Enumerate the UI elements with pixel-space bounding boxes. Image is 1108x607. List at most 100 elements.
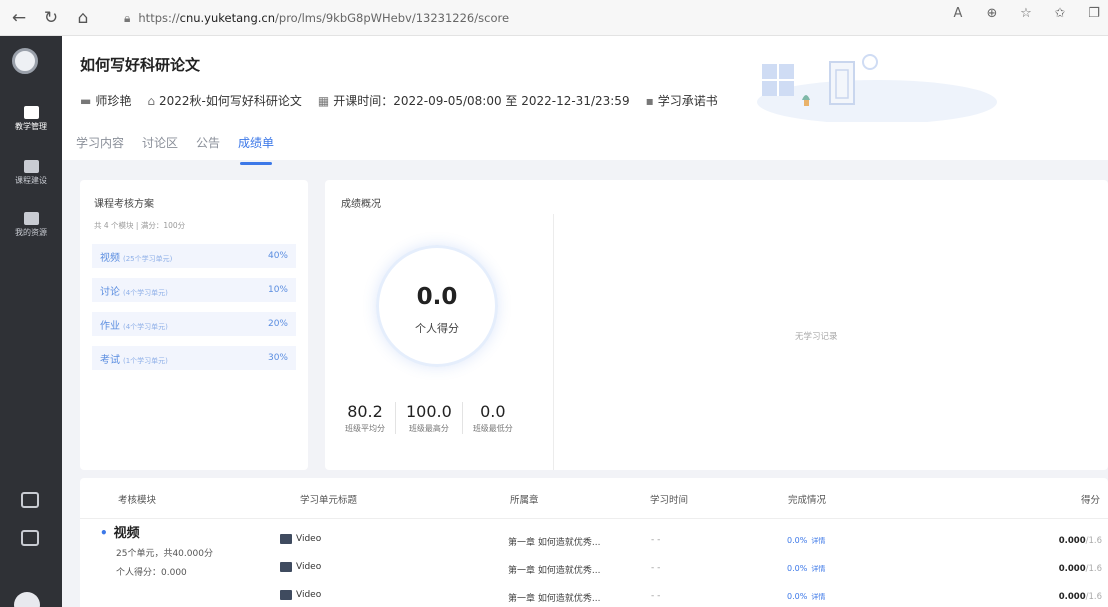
sidebar-item-label: 我的资源 xyxy=(15,228,47,237)
video-icon xyxy=(280,534,292,544)
score-value: 0.000 xyxy=(1058,564,1086,574)
personal-score: 0.0 xyxy=(416,284,458,310)
module-name: 视频 xyxy=(100,522,140,541)
sidebar-item-label: 教学管理 xyxy=(15,122,47,131)
page-title: 如何写好科研论文 xyxy=(80,56,201,74)
unit-link[interactable]: Video xyxy=(280,562,321,572)
calendar-icon: ▦ xyxy=(317,93,330,108)
sidebar-item-label: 课程建设 xyxy=(15,176,47,185)
personal-score-label: 个人得分 xyxy=(415,322,459,335)
document-icon: ▪ xyxy=(645,93,654,108)
table-header-score: 得分 xyxy=(1080,495,1100,506)
url-prefix: https:// xyxy=(138,11,180,25)
plan-row-units: (1个学习单元) xyxy=(123,356,168,365)
detail-link[interactable]: 详情 xyxy=(811,593,825,601)
home-icon[interactable]: ⌂ xyxy=(70,5,96,31)
tab-content[interactable]: 学习内容 xyxy=(76,134,124,159)
course-meta: ▬ 师珍艳 ⌂ 2022秋-如何写好科研论文 ▦ 开课时间： 2022-09-05/08… xyxy=(80,92,734,109)
unit-link[interactable]: Video xyxy=(280,590,321,600)
score-total: /1.6 xyxy=(1085,592,1102,602)
score-value: 0.000 xyxy=(1058,536,1086,546)
plan-row: 作业 (4个学习单元) 20% xyxy=(92,312,296,336)
table-header-time: 学习时间 xyxy=(650,495,689,506)
reload-icon[interactable]: ↻ xyxy=(38,5,64,31)
detail-link[interactable]: 详情 xyxy=(811,537,825,545)
pledge-link[interactable]: ▪ 学习承诺书 xyxy=(646,92,718,109)
tab-discussion[interactable]: 讨论区 xyxy=(142,134,178,159)
url-host: cnu.yuketang.cn xyxy=(179,11,276,25)
chapter-cell: 第一章 如何造就优秀... xyxy=(508,566,601,576)
read-aloud-icon[interactable]: A xyxy=(948,6,968,21)
stat-label: 班级最高分 xyxy=(408,424,449,433)
back-arrow-icon[interactable]: ← xyxy=(6,5,32,31)
score-table: 考核模块 学习单元标题 所属章 学习时间 完成情况 得分 视频 25个单元，共4… xyxy=(80,478,1108,607)
sidebar-item-teaching[interactable]: 教学管理 xyxy=(0,106,62,132)
plan-title: 课程考核方案 xyxy=(94,199,154,210)
plan-row: 考试 (1个学习单元) 30% xyxy=(92,346,296,370)
score-total: /1.6 xyxy=(1085,564,1102,574)
stat-min: 0.0 班级最低分 xyxy=(463,402,523,434)
box-icon xyxy=(23,212,39,225)
plan-row-units: (25个学习单元) xyxy=(123,254,173,263)
plan-row-name: 作业 xyxy=(100,320,120,332)
stat-average: 80.2 班级平均分 xyxy=(335,402,396,434)
users-icon[interactable] xyxy=(21,492,39,508)
unit-title: Video xyxy=(296,534,322,544)
plan-row-pct: 30% xyxy=(267,353,288,363)
score-value: 0.000 xyxy=(1058,592,1086,602)
logout-icon[interactable] xyxy=(21,530,39,546)
table-header-chapter: 所属章 xyxy=(510,495,539,506)
time-cell: - - xyxy=(651,591,661,601)
plan-row-name: 视频 xyxy=(100,252,120,264)
unit-title: Video xyxy=(296,562,322,572)
time-value: 2022-09-05/08:00 至 2022-12-31/23:59 xyxy=(393,94,630,108)
class-name: 2022秋-如何写好科研论文 xyxy=(158,94,302,108)
favorite-add-icon[interactable]: ☆ xyxy=(1016,6,1036,21)
stat-max: 100.0 班级最高分 xyxy=(396,402,463,434)
assessment-plan-card: 课程考核方案 共 4 个模块 | 满分：100分 视频 (25个学习单元) 40%… xyxy=(80,180,308,470)
sidebar-item-course-build[interactable]: 课程建设 xyxy=(0,160,62,186)
pledge-label: 学习承诺书 xyxy=(657,94,718,108)
teacher-icon: ▬ xyxy=(80,93,92,108)
sidebar-item-resources[interactable]: 我的资源 xyxy=(0,212,62,238)
time-label: 开课时间： xyxy=(333,94,394,108)
chapter-cell: 第一章 如何造就优秀... xyxy=(508,538,601,548)
time-cell: - - xyxy=(651,535,661,545)
class-stats: 80.2 班级平均分 100.0 班级最高分 0.0 班级最低分 xyxy=(335,402,523,434)
book-icon xyxy=(23,160,39,173)
browser-toolbar: ← ↻ ⌂ 🔒︎ https://cnu.yuketang.cn/pro/lms… xyxy=(0,0,1108,36)
no-record-text: 无学习记录 xyxy=(795,332,838,342)
module-summary: 25个单元，共40.000分 xyxy=(116,549,213,559)
overview-title: 成绩概况 xyxy=(341,199,381,210)
sidebar: 教学管理 课程建设 我的资源 xyxy=(0,36,62,607)
detail-link[interactable]: 详情 xyxy=(811,565,825,573)
teacher-name: 师珍艳 xyxy=(95,94,132,108)
unit-link[interactable]: Video xyxy=(280,534,321,544)
favorites-icon[interactable]: ✩ xyxy=(1050,6,1070,21)
school-logo xyxy=(12,48,38,74)
plan-row: 视频 (25个学习单元) 40% xyxy=(92,244,296,268)
video-icon xyxy=(280,562,292,572)
score-ring: 0.0 个人得分 xyxy=(376,245,498,367)
zoom-icon[interactable]: ⊕ xyxy=(982,6,1002,21)
plan-row: 讨论 (4个学习单元) 10% xyxy=(92,278,296,302)
tab-announcement[interactable]: 公告 xyxy=(196,134,220,159)
tab-bar: 学习内容 讨论区 公告 成绩单 xyxy=(76,134,292,165)
lock-icon: 🔒︎ xyxy=(124,10,131,25)
plan-row-name: 考试 xyxy=(100,354,120,366)
tab-transcript[interactable]: 成绩单 xyxy=(238,134,274,165)
table-header-module: 考核模块 xyxy=(118,495,157,506)
course-header: 如何写好科研论文 ▬ 师珍艳 ⌂ 2022秋-如何写好科研论文 ▦ 开课时间： 2022… xyxy=(62,36,1108,165)
score-cell: 0.000/1.6 xyxy=(1059,564,1102,574)
completion-pct: 0.0% xyxy=(787,592,808,601)
collections-icon[interactable]: ❐ xyxy=(1084,6,1104,21)
chapter-cell: 第一章 如何造就优秀... xyxy=(508,594,601,604)
stat-value: 100.0 xyxy=(406,402,452,421)
score-overview-card: 成绩概况 0.0 个人得分 80.2 班级平均分 100.0 班级最高分 0.0… xyxy=(325,180,1108,470)
class-icon: ⌂ xyxy=(147,93,155,108)
stat-value: 80.2 xyxy=(347,402,383,421)
avatar[interactable] xyxy=(14,592,40,607)
divider xyxy=(553,214,554,470)
table-header-unit: 学习单元标题 xyxy=(300,495,358,506)
stat-value: 0.0 xyxy=(480,402,506,421)
